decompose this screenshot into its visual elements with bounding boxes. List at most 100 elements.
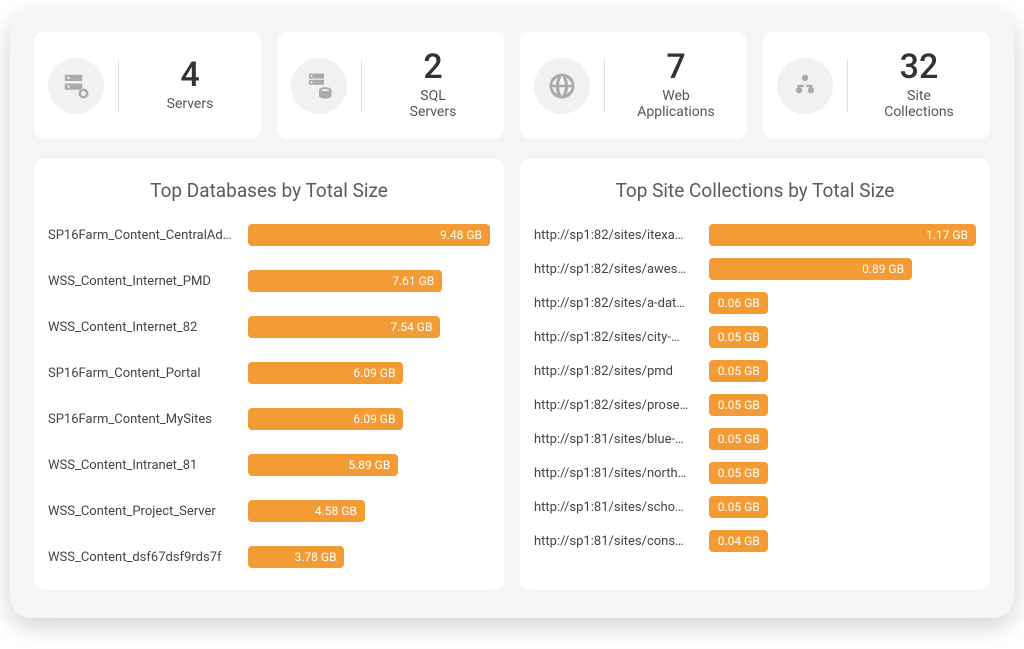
stat-value: 7	[619, 50, 733, 86]
bar-track: 0.06 GB	[709, 292, 976, 314]
panel-title: Top Databases by Total Size	[48, 179, 490, 202]
stat-label: WebApplications	[619, 88, 733, 122]
bar-row[interactable]: http://sp1:81/sites/scho… 0.05 GB	[534, 496, 976, 518]
bar-value: 0.89 GB	[862, 262, 904, 276]
divider	[847, 60, 848, 112]
bar-label: WSS_Content_Internet_PMD	[48, 274, 248, 289]
bar-fill: 0.05 GB	[709, 360, 768, 382]
bar-fill: 0.04 GB	[709, 530, 768, 552]
bar-fill: 4.58 GB	[248, 500, 365, 522]
bar-row[interactable]: http://sp1:82/sites/prose…0.05 GB	[534, 394, 976, 416]
bar-label: SP16Farm_Content_MySites	[48, 412, 248, 427]
stat-card-servers[interactable]: 4 Servers	[34, 32, 261, 139]
bar-label: http://sp1:81/sites/north…	[534, 466, 709, 481]
sitemap-icon	[777, 58, 833, 114]
bar-row[interactable]: http://sp1:81/sites/cons… 0.04 GB	[534, 530, 976, 552]
bar-track: 7.54 GB	[248, 316, 490, 338]
stat-value: 2	[376, 50, 490, 86]
stat-card-web-applications[interactable]: 7 WebApplications	[520, 32, 747, 139]
bar-track: 0.89 GB	[709, 258, 976, 280]
bar-label: SP16Farm_Content_CentralAdmin	[48, 228, 248, 243]
bar-track: 6.09 GB	[248, 408, 490, 430]
bar-label: http://sp1:81/sites/blue-…	[534, 432, 709, 447]
divider	[361, 60, 362, 112]
bar-track: 6.09 GB	[248, 362, 490, 384]
bar-label: http://sp1:81/sites/scho…	[534, 500, 709, 515]
bar-value: 7.61 GB	[392, 274, 434, 288]
stat-text: 2 SQLServers	[376, 50, 490, 121]
bar-track: 0.05 GB	[709, 428, 976, 450]
bar-value: 0.05 GB	[718, 466, 760, 480]
bar-track: 7.61 GB	[248, 270, 490, 292]
bar-row[interactable]: http://sp1:82/sites/itexa… 1.17 GB	[534, 224, 976, 246]
bar-row[interactable]: http://sp1:81/sites/blue-…0.05 GB	[534, 428, 976, 450]
bar-fill: 6.09 GB	[248, 408, 403, 430]
bar-value: 0.05 GB	[718, 364, 760, 378]
bar-value: 4.58 GB	[315, 504, 357, 518]
bar-label: http://sp1:82/sites/prose…	[534, 398, 709, 413]
stat-text: 32 SiteCollections	[862, 50, 976, 121]
bar-fill: 0.05 GB	[709, 496, 768, 518]
bar-row[interactable]: http://sp1:82/sites/a-dat… 0.06 GB	[534, 292, 976, 314]
bar-track: 0.05 GB	[709, 496, 976, 518]
panel-title: Top Site Collections by Total Size	[534, 179, 976, 202]
bar-fill: 0.05 GB	[709, 326, 768, 348]
bar-fill: 5.89 GB	[248, 454, 398, 476]
bar-fill: 9.48 GB	[248, 224, 490, 246]
bar-value: 1.17 GB	[926, 228, 968, 242]
bar-label: http://sp1:82/sites/pmd	[534, 364, 709, 379]
bar-value: 0.05 GB	[718, 330, 760, 344]
bar-track: 3.78 GB	[248, 546, 490, 568]
bar-value: 3.78 GB	[294, 550, 336, 564]
bar-value: 7.54 GB	[390, 320, 432, 334]
bar-fill: 0.89 GB	[709, 258, 912, 280]
bar-fill: 7.61 GB	[248, 270, 442, 292]
panel-databases: Top Databases by Total Size SP16Farm_Con…	[34, 159, 504, 590]
bar-fill: 3.78 GB	[248, 546, 344, 568]
bar-row[interactable]: WSS_Content_dsf67dsf9rds7f3.78 GB	[48, 546, 490, 568]
bar-fill: 0.05 GB	[709, 428, 768, 450]
bar-track: 4.58 GB	[248, 500, 490, 522]
bar-fill: 6.09 GB	[248, 362, 403, 384]
bar-label: http://sp1:82/sites/a-dat…	[534, 296, 709, 311]
divider	[604, 60, 605, 112]
bar-fill: 0.05 GB	[709, 394, 768, 416]
bar-label: WSS_Content_Internet_82	[48, 320, 248, 335]
bar-row[interactable]: http://sp1:82/sites/pmd 0.05 GB	[534, 360, 976, 382]
bar-row[interactable]: http://sp1:82/sites/city-… 0.05 GB	[534, 326, 976, 348]
bar-label: WSS_Content_Intranet_81	[48, 458, 248, 473]
bar-value: 0.05 GB	[718, 500, 760, 514]
bar-label: http://sp1:82/sites/city-…	[534, 330, 709, 345]
stat-text: 4 Servers	[133, 58, 247, 112]
panels-row: Top Databases by Total Size SP16Farm_Con…	[34, 159, 990, 590]
bar-fill: 7.54 GB	[248, 316, 440, 338]
bar-track: 5.89 GB	[248, 454, 490, 476]
bar-row[interactable]: SP16Farm_Content_CentralAdmin9.48 GB	[48, 224, 490, 246]
bar-track: 0.04 GB	[709, 530, 976, 552]
bar-value: 6.09 GB	[353, 366, 395, 380]
bar-row[interactable]: http://sp1:82/sites/awes… 0.89 GB	[534, 258, 976, 280]
bar-label: http://sp1:82/sites/awes…	[534, 262, 709, 277]
stat-card-site-collections[interactable]: 32 SiteCollections	[763, 32, 990, 139]
bar-row[interactable]: SP16Farm_Content_Portal6.09 GB	[48, 362, 490, 384]
bar-row[interactable]: http://sp1:81/sites/north… 0.05 GB	[534, 462, 976, 484]
stat-value: 32	[862, 50, 976, 86]
bar-track: 0.05 GB	[709, 462, 976, 484]
stat-card-sql-servers[interactable]: 2 SQLServers	[277, 32, 504, 139]
bar-row[interactable]: WSS_Content_Project_Server4.58 GB	[48, 500, 490, 522]
stat-label: SQLServers	[376, 88, 490, 122]
stat-label: SiteCollections	[862, 88, 976, 122]
bar-row[interactable]: SP16Farm_Content_MySites 6.09 GB	[48, 408, 490, 430]
bar-value: 0.06 GB	[718, 296, 760, 310]
bar-label: http://sp1:82/sites/itexa…	[534, 228, 709, 243]
bar-value: 0.04 GB	[718, 534, 760, 548]
bar-row[interactable]: WSS_Content_Internet_82 7.54 GB	[48, 316, 490, 338]
bar-row[interactable]: WSS_Content_Internet_PMD 7.61 GB	[48, 270, 490, 292]
bar-value: 6.09 GB	[353, 412, 395, 426]
bar-list-databases: SP16Farm_Content_CentralAdmin9.48 GB WSS_…	[48, 224, 490, 568]
bar-label: http://sp1:81/sites/cons…	[534, 534, 709, 549]
bar-row[interactable]: WSS_Content_Intranet_815.89 GB	[48, 454, 490, 476]
bar-track: 0.05 GB	[709, 360, 976, 382]
bar-fill: 1.17 GB	[709, 224, 976, 246]
globe-icon	[534, 58, 590, 114]
